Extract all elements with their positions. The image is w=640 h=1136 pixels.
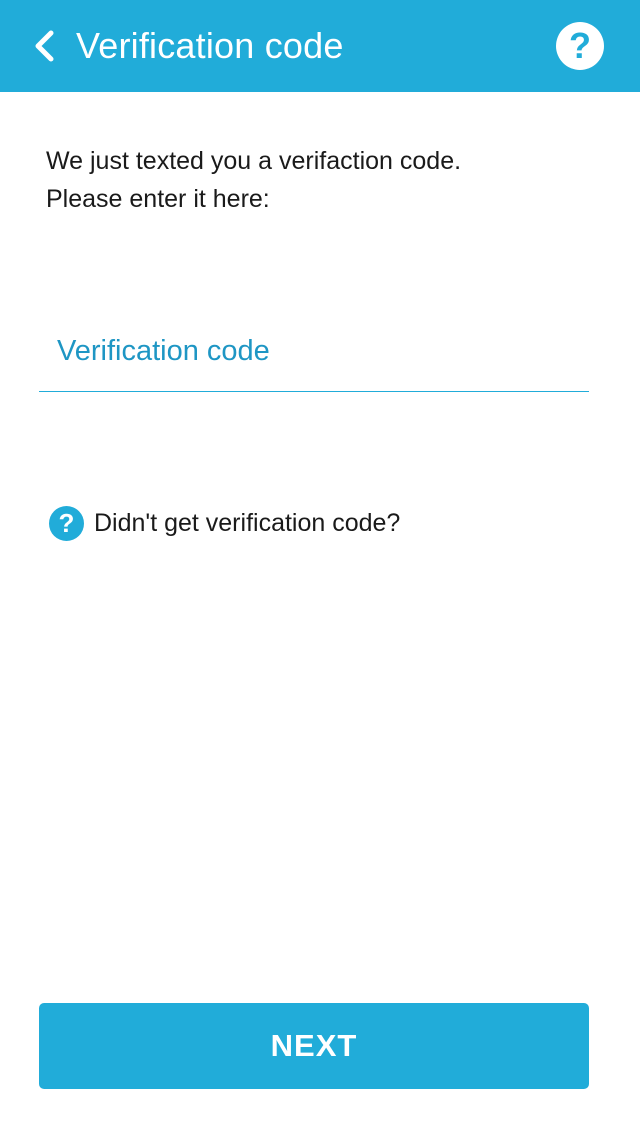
instructions-line-2: Please enter it here: xyxy=(46,185,270,213)
instructions-text: We just texted you a verifaction code. P… xyxy=(46,142,606,218)
chevron-left-icon xyxy=(35,30,54,62)
verification-code-input[interactable] xyxy=(57,318,577,384)
question-circle-icon: ? xyxy=(569,25,591,66)
next-button-label: NEXT xyxy=(270,1028,358,1063)
next-button[interactable]: NEXT xyxy=(39,1003,589,1089)
verification-code-field xyxy=(39,318,589,392)
didnt-get-code-link[interactable]: ? Didn't get verification code? xyxy=(49,505,400,541)
instructions-line-1: We just texted you a verifaction code. xyxy=(46,147,462,175)
question-glyph: ? xyxy=(58,508,75,538)
app-header: Verification code ? xyxy=(0,0,640,92)
verification-screen: Verification code ? We just texted you a… xyxy=(0,0,640,1136)
didnt-get-code-label: Didn't get verification code? xyxy=(94,508,401,537)
back-button[interactable] xyxy=(22,22,66,70)
question-circle-icon: ? xyxy=(49,505,84,541)
page-title: Verification code xyxy=(76,25,344,66)
help-button[interactable]: ? xyxy=(556,22,604,70)
